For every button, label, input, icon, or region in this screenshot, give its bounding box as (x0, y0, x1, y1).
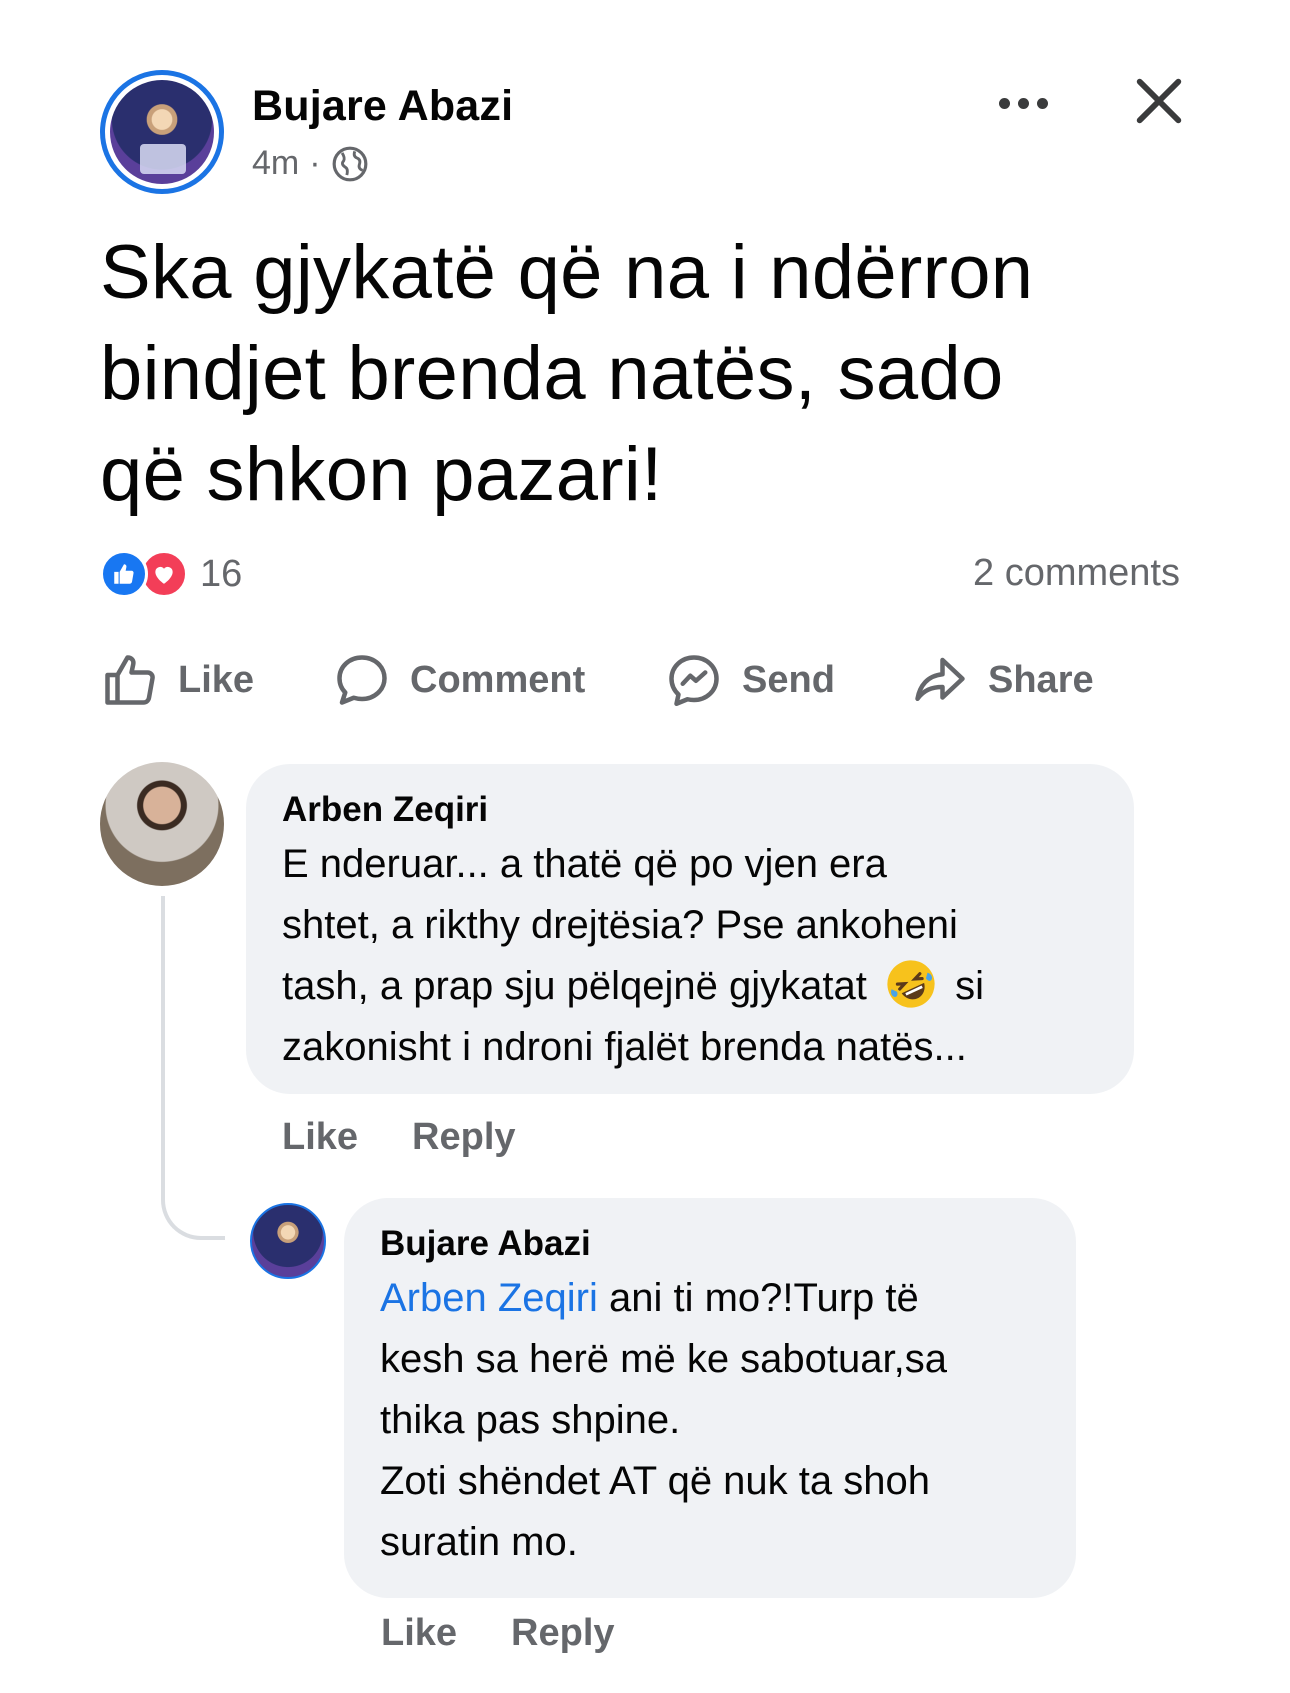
post-meta: 4m · (252, 144, 369, 183)
post-header: Bujare Abazi 4m · (100, 70, 1200, 200)
reply-text-line: Arben Zeqiri ani ti mo?!Turp të (380, 1268, 1040, 1329)
commenter-name[interactable]: Arben Zeqiri (282, 790, 1098, 830)
reply-reply-button[interactable]: Reply (511, 1612, 614, 1655)
reply-text-line: kesh sa herë më ke sabotuar,sa (380, 1337, 947, 1381)
author-avatar[interactable] (100, 70, 224, 194)
reply-actions: Like Reply (381, 1612, 615, 1655)
facebook-post-page: Bujare Abazi 4m · Ska gjykatë që na i nd… (0, 0, 1290, 1693)
reply-text-segment: ani ti mo?!Turp të (597, 1276, 919, 1320)
share-icon (915, 657, 965, 701)
comment-actions: Like Reply (282, 1116, 516, 1159)
like-label: Like (178, 658, 255, 701)
comment-bubble[interactable]: Arben Zeqiri E nderuar... a thatë që po … (246, 764, 1134, 1094)
thumbs-up-icon (100, 550, 148, 598)
share-button[interactable]: Share (910, 640, 1094, 720)
comment-text-line: shtet, a rikthy drejtësia? Pse ankoheni (282, 903, 958, 947)
comment-text-line: tash, a prap sju pëlqejnë gjykatat si (282, 956, 1098, 1017)
reply-author-name[interactable]: Bujare Abazi (380, 1224, 1040, 1264)
post-text-line: Ska gjykatë që na i ndërron (100, 230, 1034, 315)
reply-bubble[interactable]: Bujare Abazi Arben Zeqiri ani ti mo?!Tur… (344, 1198, 1076, 1598)
commenter-avatar[interactable] (100, 762, 224, 886)
reply-thread-line (161, 896, 225, 1240)
author-name[interactable]: Bujare Abazi (252, 82, 513, 131)
more-options-icon[interactable] (988, 88, 1058, 118)
reply-like-button[interactable]: Like (381, 1612, 457, 1655)
reply-text-line: suratin mo. (380, 1520, 578, 1564)
reply-text-line: thika pas shpine. (380, 1398, 681, 1442)
comment-text-line: zakonisht i ndroni fjalët brenda natës..… (282, 1025, 967, 1069)
thumbs-up-icon (105, 655, 155, 705)
post-action-bar: Like Comment Send Share (100, 640, 1190, 720)
reply-text-line: Zoti shëndet AT që nuk ta shoh (380, 1459, 930, 1503)
post-time[interactable]: 4m (252, 144, 299, 183)
comment-reply-button[interactable]: Reply (412, 1116, 515, 1159)
comment-text-segment: si (955, 964, 984, 1008)
comment-text: E nderuar... a thatë që po vjen era shte… (282, 834, 1098, 1078)
comments-count[interactable]: 2 comments (973, 552, 1180, 595)
send-button[interactable]: Send (664, 640, 835, 720)
comment-icon (337, 655, 387, 705)
like-button[interactable]: Like (100, 640, 254, 720)
share-label: Share (988, 658, 1094, 701)
reaction-count: 16 (200, 552, 243, 595)
messenger-icon (669, 655, 719, 706)
post-text-line: bindjet brenda natës, sado (100, 331, 1004, 416)
globe-icon (332, 146, 367, 181)
comment-label: Comment (410, 658, 586, 701)
rolling-on-floor-laughing-emoji-icon (887, 960, 935, 1008)
comment-text-line: E nderuar... a thatë që po vjen era (282, 842, 887, 886)
reply-author-avatar[interactable] (250, 1203, 326, 1279)
post-text-line: që shkon pazari! (100, 432, 663, 517)
meta-separator: · (309, 144, 321, 182)
comment-like-button[interactable]: Like (282, 1116, 358, 1159)
mention-link[interactable]: Arben Zeqiri (380, 1276, 598, 1320)
author-avatar-image (110, 80, 214, 184)
comment-text-segment: tash, a prap sju pëlqejnë gjykatat (282, 964, 867, 1008)
send-label: Send (742, 658, 835, 701)
reply-text: Arben Zeqiri ani ti mo?!Turp të kesh sa … (380, 1268, 1040, 1573)
post-text: Ska gjykatë që na i ndërron bindjet bren… (100, 222, 1200, 525)
close-icon[interactable] (1130, 72, 1188, 130)
reactions-summary[interactable]: 16 (100, 548, 242, 600)
comment-button[interactable]: Comment (332, 640, 585, 720)
